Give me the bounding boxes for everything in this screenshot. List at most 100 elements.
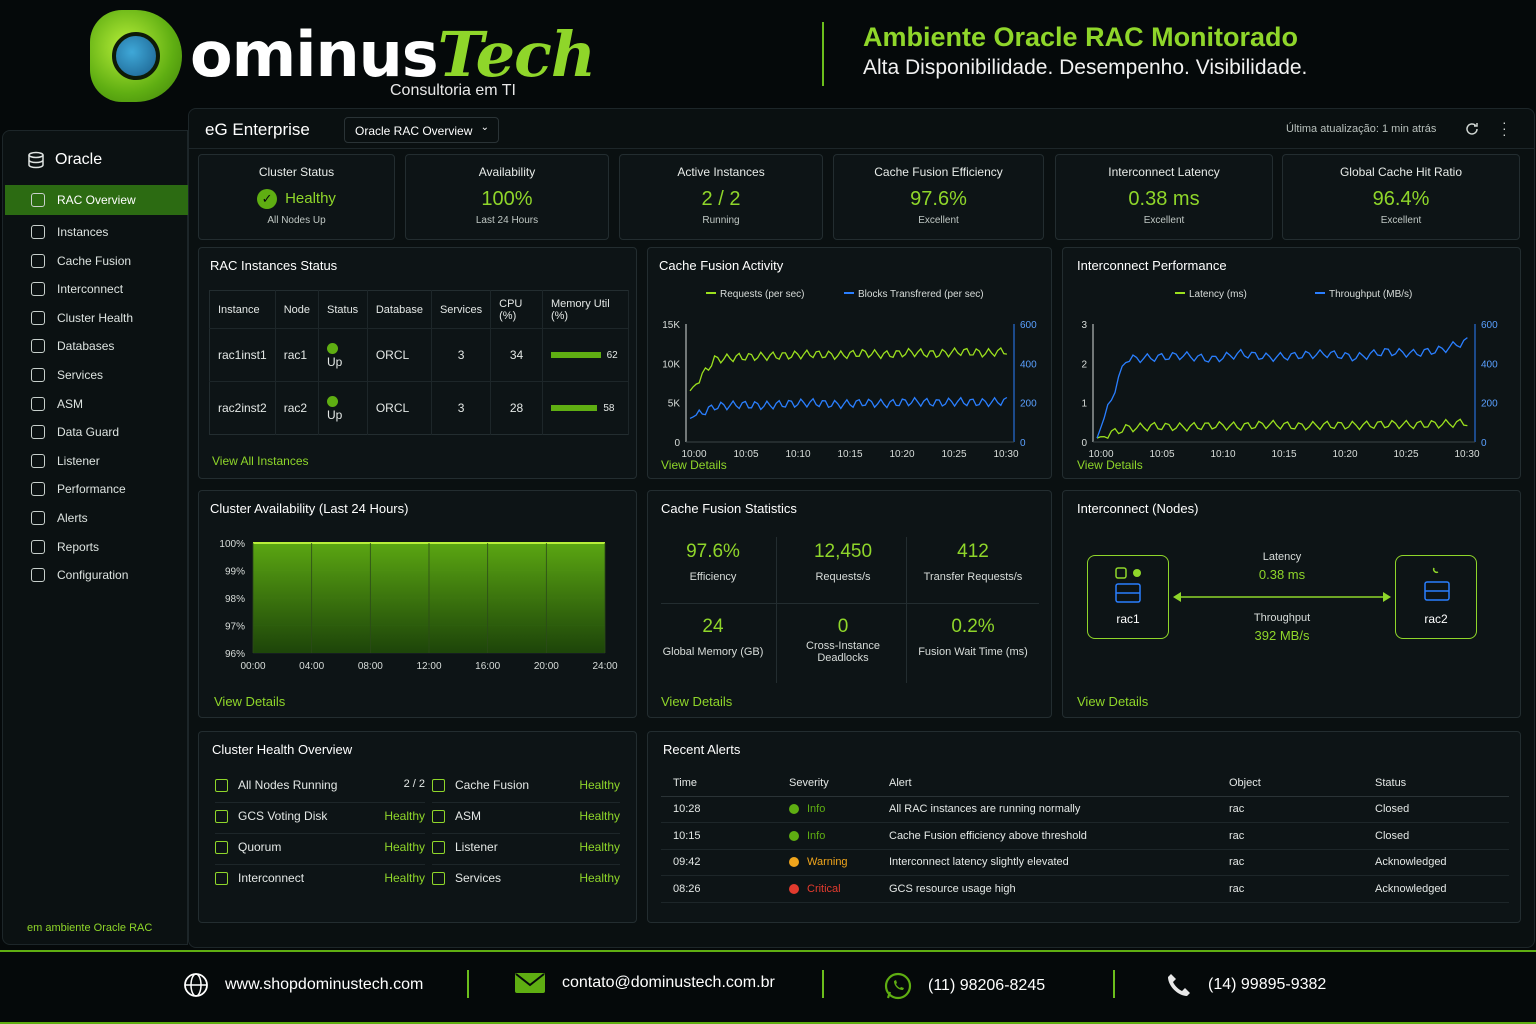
series-line-2 xyxy=(1096,337,1468,439)
column-header: Status xyxy=(318,290,368,329)
kpi-card: Global Cache Hit Ratio 96.4% Excellent xyxy=(1282,154,1520,240)
view-details-link[interactable]: View Details xyxy=(661,458,727,472)
table-row[interactable]: rac1inst1 rac1 Up ORCL 3 34 62 xyxy=(209,328,630,382)
whatsapp-icon xyxy=(884,972,912,1000)
sidebar-item-listener[interactable]: Listener xyxy=(5,446,189,476)
node-rac1[interactable]: rac1 xyxy=(1087,555,1169,639)
email-contact[interactable]: contato@dominustech.com.br xyxy=(514,972,775,994)
cell-alert: Interconnect latency slightly elevated xyxy=(877,849,1217,876)
check-circle-icon: ✓ xyxy=(257,189,278,209)
checkbox-icon xyxy=(215,871,228,885)
sidebar-item-asm[interactable]: ASM xyxy=(5,389,189,419)
whatsapp-contact[interactable]: (11) 98206-8245 xyxy=(884,972,1045,1000)
globe-icon xyxy=(184,973,208,997)
health-label: Listener xyxy=(455,840,498,854)
kpi-value-text: 100% xyxy=(481,188,533,210)
phone-icon xyxy=(1168,974,1190,996)
view-details-link[interactable]: View Details xyxy=(214,694,285,709)
sidebar-item-rac-overview[interactable]: RAC Overview xyxy=(5,185,189,215)
kpi-card: Cluster Status ✓ Healthy All Nodes Up xyxy=(198,154,395,240)
status-text: Up xyxy=(327,355,343,369)
sidebar-item-label: Cluster Health xyxy=(57,310,134,325)
health-label: GCS Voting Disk xyxy=(238,809,328,823)
view-all-instances-link[interactable]: View All Instances xyxy=(212,454,309,468)
sidebar-item-databases[interactable]: Databases xyxy=(5,331,189,361)
cell-database: ORCL xyxy=(367,381,432,435)
cache-fusion-activity-chart: Requests (per sec) Blocks Transfrered (pe… xyxy=(662,289,1037,460)
health-value: Healthy xyxy=(384,809,425,823)
stat-label: Global Memory (GB) xyxy=(662,646,764,658)
health-value: 2 / 2 xyxy=(403,778,425,790)
health-item: All Nodes Running xyxy=(215,778,337,792)
sidebar-item-interconnect[interactable]: Interconnect xyxy=(5,274,189,304)
kpi-value-text: 2 / 2 xyxy=(701,188,741,210)
server-icon xyxy=(1424,567,1450,601)
y2-tick-label: 0 xyxy=(1020,438,1026,449)
health-item: GCS Voting Disk xyxy=(215,809,327,823)
memory-value: 62 xyxy=(606,349,618,361)
contact-footer: www.shopdominustech.com contato@dominust… xyxy=(0,950,1536,1024)
cell-status: Acknowledged xyxy=(1363,875,1509,903)
sidebar-item-cluster-health[interactable]: Cluster Health xyxy=(5,303,189,333)
table-row[interactable]: 08:26 Critical GCS resource usage high rac A… xyxy=(661,875,1509,903)
x-tick-label: 10:25 xyxy=(1393,449,1418,460)
sidebar-item-data-guard[interactable]: Data Guard xyxy=(5,417,189,447)
table-row[interactable]: 10:28 Info All RAC instances are running n… xyxy=(661,796,1509,823)
cell-object: rac xyxy=(1217,796,1363,823)
sidebar-item-cache-fusion[interactable]: Cache Fusion xyxy=(5,246,189,276)
column-header: Node xyxy=(275,290,320,329)
performance-icon xyxy=(31,482,45,497)
column-header: Services xyxy=(431,290,492,329)
sidebar-item-instances[interactable]: Instances xyxy=(5,217,189,247)
cell-node: rac2 xyxy=(275,381,320,435)
more-options-icon[interactable]: · · · xyxy=(1502,115,1507,141)
view-details-link[interactable]: View Details xyxy=(1077,694,1148,709)
website-contact[interactable]: www.shopdominustech.com xyxy=(183,972,423,998)
card-title: Interconnect Performance xyxy=(1077,258,1227,273)
sidebar-item-label: Alerts xyxy=(57,511,88,525)
x-tick-label: 24:00 xyxy=(592,661,617,672)
gear-icon xyxy=(31,568,45,583)
table-row[interactable]: 10:15 Info Cache Fusion efficiency above t… xyxy=(661,822,1509,850)
series-line-1 xyxy=(689,346,1007,392)
health-label: Services xyxy=(455,871,502,885)
checkbox-icon xyxy=(432,809,445,823)
cell-object: rac xyxy=(1217,875,1363,903)
sidebar-item-services[interactable]: Services xyxy=(5,360,189,390)
table-row[interactable]: 09:42 Warning Interconnect latency slightl… xyxy=(661,849,1509,876)
sidebar-item-reports[interactable]: Reports xyxy=(5,532,189,562)
health-value: Healthy xyxy=(579,840,620,854)
view-details-link[interactable]: View Details xyxy=(661,694,732,709)
database-icon xyxy=(31,339,45,354)
throughput-label: Throughput xyxy=(1253,612,1311,624)
kpi-subtitle: Excellent xyxy=(1380,215,1422,226)
node-rac2[interactable]: rac2 xyxy=(1395,555,1477,639)
health-value: Healthy xyxy=(579,809,620,823)
kpi-title: Interconnect Latency xyxy=(1108,165,1220,179)
sidebar-item-label: Cache Fusion xyxy=(57,253,132,268)
sidebar-item-performance[interactable]: Performance xyxy=(5,474,189,504)
x-tick-label: 10:20 xyxy=(1332,449,1357,460)
stat-value: 0.2% xyxy=(951,616,995,637)
interconnect-nodes-card: Interconnect (Nodes) rac1 rac2 Latency 0… xyxy=(1062,490,1521,718)
app-brand: eG Enterprise xyxy=(205,120,310,139)
refresh-icon[interactable] xyxy=(1464,121,1480,137)
sidebar-item-configuration[interactable]: Configuration xyxy=(5,560,189,590)
cell-services: 3 xyxy=(431,328,492,382)
x-tick-label: 10:25 xyxy=(941,449,966,460)
checkbox-icon xyxy=(432,778,445,792)
x-tick-label: 08:00 xyxy=(358,661,383,672)
status-text: Up xyxy=(327,408,343,422)
reports-icon xyxy=(31,539,45,554)
view-details-link[interactable]: View Details xyxy=(1077,458,1143,472)
legend-label: Requests (per sec) xyxy=(720,289,804,300)
stat-label: Cross-Instance Deadlocks xyxy=(806,640,880,664)
health-item: Listener xyxy=(432,840,498,854)
view-select[interactable]: Oracle RAC Overview ⌄ xyxy=(344,117,499,143)
sidebar-item-alerts[interactable]: Alerts xyxy=(5,503,189,533)
y-tick-label: 1 xyxy=(1081,399,1087,410)
table-row[interactable]: rac2inst2 rac2 Up ORCL 3 28 58 xyxy=(209,381,630,435)
phone-contact[interactable]: (14) 99895-9382 xyxy=(1166,972,1326,998)
y-tick-label: 10K xyxy=(662,359,680,370)
y2-tick-label: 0 xyxy=(1481,438,1487,449)
